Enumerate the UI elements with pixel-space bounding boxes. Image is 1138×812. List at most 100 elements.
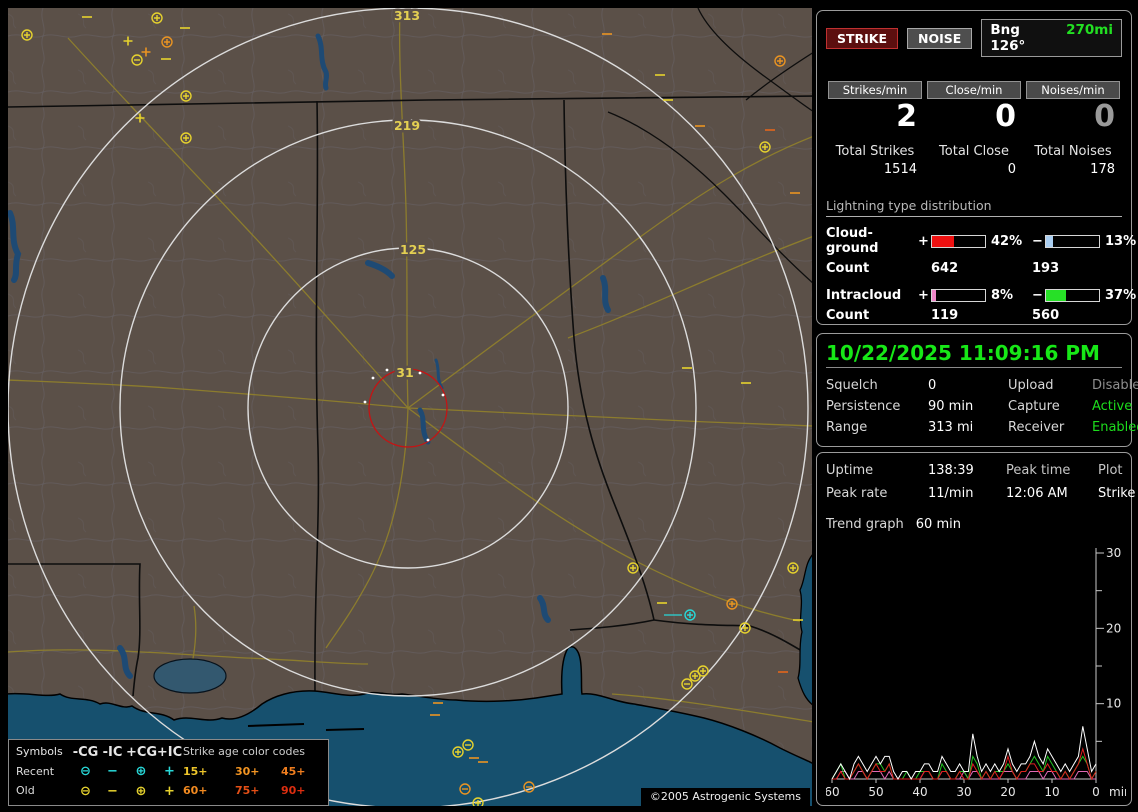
legend-ncg-header: -CG — [72, 744, 99, 760]
panel-status: 10/22/2025 11:09:16 PM Squelch 0 Upload … — [816, 333, 1138, 447]
intracloud-row: Intracloud + 8% − 37% — [826, 288, 1136, 303]
receiver-value: Enabled — [1092, 420, 1138, 435]
intracloud-label: Intracloud — [826, 288, 902, 303]
minus-sign: − — [1032, 288, 1043, 303]
ic-negative-pct: 37% — [1105, 288, 1137, 303]
trend-series-intracloud — [831, 755, 1097, 781]
app-window: { "header": { "strike_label": "STRIKE", … — [0, 0, 1138, 812]
legend-age-code: 75+ — [235, 784, 260, 797]
total-strikes-label: Total Strikes — [835, 144, 915, 159]
lake-pontchartrain — [153, 658, 227, 694]
legend-symbol-glyph: ⊖ — [80, 783, 91, 799]
receiver-label: Receiver — [1008, 420, 1065, 435]
mode-toolbar: STRIKE NOISE Bng 126° 270mi — [826, 19, 1122, 57]
trend-x-tick-label: 20 — [1000, 785, 1015, 798]
strike-button[interactable]: STRIKE — [826, 27, 899, 49]
legend-age-code: 60+ — [183, 784, 208, 797]
squelch-value: 0 — [928, 378, 937, 393]
peak-time-value: 12:06 AM — [1006, 486, 1068, 501]
strikes-counter-column: Strikes/min 2 Total Strikes 1514 — [828, 81, 922, 177]
recent-strike-dot — [385, 368, 389, 372]
cg-negative-bar — [1045, 234, 1100, 248]
ring-label-219: 219 — [394, 118, 420, 133]
ic-negative-count: 560 — [1032, 308, 1060, 323]
capture-value: Active — [1092, 399, 1133, 414]
minus-sign: − — [1032, 233, 1043, 249]
legend-age-code: 90+ — [281, 784, 306, 797]
bearing-value: Bng 126° — [990, 22, 1026, 54]
bearing-range-value: 270mi — [1066, 22, 1113, 38]
count-label: Count — [826, 261, 870, 276]
trend-x-tick-label: 50 — [868, 785, 883, 798]
trend-y-tick-label: 20 — [1106, 621, 1121, 635]
trend-y-tick-label: 10 — [1106, 697, 1121, 711]
ring-label-31: 31 — [396, 365, 413, 380]
trend-axes — [831, 548, 1104, 783]
legend-symbol-glyph: − — [107, 764, 118, 779]
copyright-label: ©2005 Astrogenic Systems — [640, 788, 810, 806]
map-legend: Symbols -CG -IC +CG +IC Strike age color… — [8, 738, 329, 806]
squelch-label: Squelch — [826, 378, 878, 393]
trend-graph: 10 20 30 60 50 40 30 20 10 0 min — [824, 546, 1131, 799]
noise-button[interactable]: NOISE — [907, 27, 973, 49]
close-counter-column: Close/min 0 Total Close 0 — [927, 81, 1021, 177]
ic-positive-pct: 8% — [991, 288, 1014, 303]
persistence-value: 90 min — [928, 399, 974, 414]
range-label: Range — [826, 420, 868, 435]
noises-per-min-chip[interactable]: Noises/min — [1026, 81, 1120, 99]
capture-label: Capture — [1008, 399, 1060, 414]
peak-rate-value: 11/min — [928, 486, 974, 501]
trend-x-tick-label: 0 — [1092, 785, 1100, 798]
panel-session: Uptime 138:39 Peak time Plot Peak rate 1… — [816, 452, 1135, 806]
datetime-display: 10/22/2025 11:09:16 PM — [826, 341, 1100, 365]
total-strikes-value: 1514 — [883, 162, 917, 177]
peak-time-header: Peak time — [1006, 463, 1071, 478]
recent-strike-dot — [363, 400, 367, 404]
panel-counters: STRIKE NOISE Bng 126° 270mi Strikes/min … — [816, 10, 1136, 325]
upload-label: Upload — [1008, 378, 1054, 393]
legend-row-old: Old ⊖ − ⊕ +60+ 75+ 90+ — [16, 782, 321, 802]
trend-series-noise — [832, 770, 1096, 780]
recent-strike-dot — [371, 376, 375, 380]
legend-age-title: Strike age color codes — [183, 745, 305, 758]
plus-sign: + — [918, 288, 929, 303]
trend-x-tick-label: 40 — [912, 785, 927, 798]
close-per-min-chip[interactable]: Close/min — [927, 81, 1021, 99]
ic-negative-bar — [1045, 289, 1100, 302]
trend-graph-row: Trend graph 60 min — [826, 517, 1122, 532]
uptime-value: 138:39 — [928, 463, 974, 478]
rate-counters: Strikes/min 2 Total Strikes 1514 Close/m… — [828, 81, 1120, 177]
cg-negative-pct: 13% — [1105, 233, 1137, 249]
legend-nic-header: -IC — [102, 744, 123, 760]
cg-positive-pct: 42% — [991, 233, 1023, 249]
legend-symbol-glyph: ⊖ — [80, 764, 91, 779]
total-noises-value: 178 — [1090, 162, 1115, 177]
legend-age-code: 30+ — [235, 764, 260, 778]
legend-row-recent: Recent ⊖ − ⊕ +15+ 30+ 45+ — [16, 762, 321, 782]
cloud-ground-row: Cloud-ground + 42% − 13% — [826, 226, 1136, 256]
legend-row-label: Old — [16, 784, 35, 797]
legend-age-code: 45+ — [281, 764, 306, 778]
trend-window-value: 60 min — [915, 517, 961, 532]
cg-negative-count: 193 — [1032, 261, 1060, 276]
ring-label-313: 313 — [394, 8, 420, 23]
peak-rate-label: Peak rate — [826, 486, 888, 501]
trend-x-tick-label: 10 — [1044, 785, 1059, 798]
total-close-label: Total Close — [939, 144, 1009, 159]
cloud-ground-label: Cloud-ground — [826, 226, 879, 256]
total-noises-label: Total Noises — [1034, 144, 1112, 159]
total-close-value: 0 — [1007, 162, 1016, 177]
recent-strike-dot — [418, 371, 422, 375]
trend-x-unit-label: min — [1109, 785, 1126, 798]
ic-positive-count: 119 — [931, 308, 959, 323]
lightning-map[interactable]: 31 125 219 313 Symbols -CG -IC +CG +IC S… — [8, 8, 812, 806]
map-svg: 31 125 219 313 — [8, 8, 812, 806]
session-grid: Uptime 138:39 Peak time Plot Peak rate 1… — [826, 463, 1135, 501]
count-label: Count — [826, 308, 870, 323]
trend-x-tick-label: 30 — [956, 785, 971, 798]
legend-symbol-glyph: ⊕ — [135, 764, 147, 779]
legend-symbol-glyph: + — [164, 764, 175, 779]
distribution-title: Lightning type distribution — [826, 198, 1122, 217]
strikes-per-min-chip[interactable]: Strikes/min — [828, 81, 922, 99]
range-value: 313 mi — [928, 420, 974, 435]
